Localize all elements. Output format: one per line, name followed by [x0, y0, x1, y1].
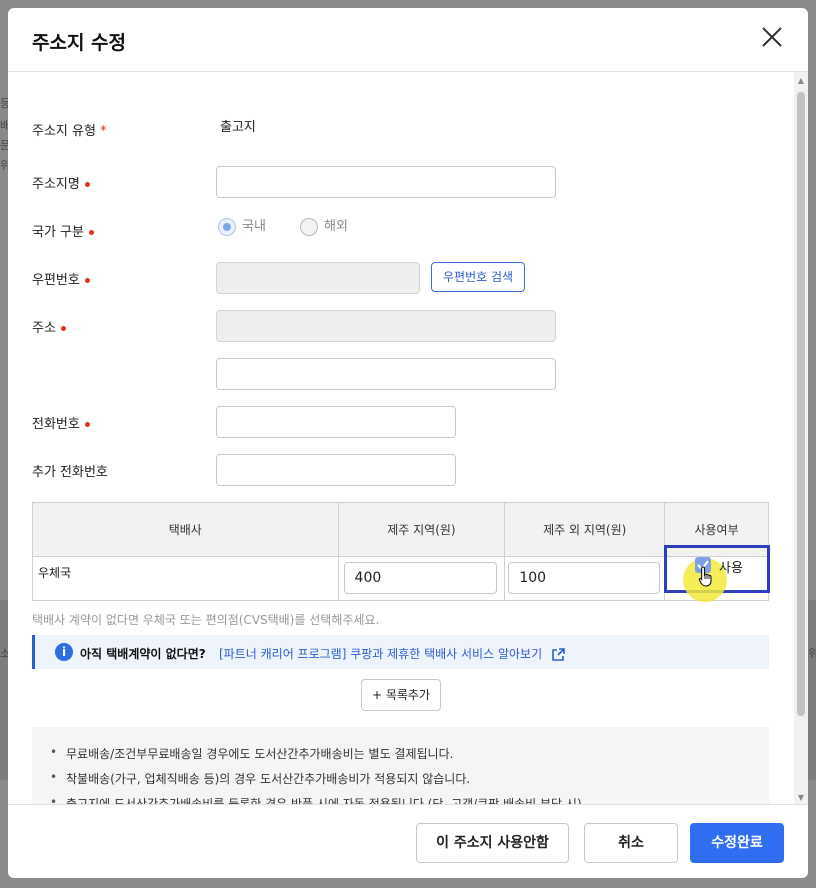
table-row: 우체국 400 100 [32, 556, 769, 601]
address-input [216, 310, 556, 342]
address-type-value: 출고지 [220, 120, 256, 135]
zipcode-search-button[interactable]: 우편번호 검색 [431, 262, 526, 292]
disable-address-button[interactable]: 이 주소지 사용안함 [416, 823, 569, 863]
address-name-label: 주소지명 [32, 173, 90, 192]
info-icon: i [55, 643, 73, 661]
column-header: 제주 외 지역(원) [504, 502, 666, 557]
extra-phone-input[interactable] [216, 454, 456, 486]
use-label: 사용 [719, 561, 743, 576]
carrier-name: 우체국 [38, 566, 72, 580]
scroll-up-icon[interactable]: ▲ [797, 77, 805, 85]
add-row-button[interactable]: + 목록추가 [361, 679, 441, 711]
close-icon[interactable] [760, 25, 784, 49]
scroll-thumb[interactable] [797, 92, 805, 716]
phone-label: 전화번호 [32, 413, 90, 432]
required-dot [88, 230, 94, 235]
radio-overseas[interactable]: 해외 [300, 215, 348, 236]
address-type-label: 주소지 유형 * [32, 124, 107, 139]
carrier-hint: 택배사 계약이 없다면 우체국 또는 편의점(CVS택배)를 선택해주세요. [32, 613, 380, 627]
jeju-fee-input[interactable]: 400 [343, 562, 497, 594]
address-label: 주소 [32, 317, 66, 336]
modal-header: 주소지 수정 [8, 8, 808, 72]
address-detail-input[interactable] [216, 358, 556, 390]
cancel-button[interactable]: 취소 [584, 823, 678, 863]
address-name-input[interactable] [216, 166, 556, 198]
scroll-down-icon[interactable]: ▼ [797, 794, 805, 802]
modal-body: 주소지 유형 * 출고지 주소지명 국가 구분 국내 해외 우편번호 우편번호 검… [8, 72, 794, 804]
modal-footer: 이 주소지 사용안함 취소 수정완료 [8, 804, 808, 878]
extra-phone-label: 추가 전화번호 [32, 465, 108, 480]
notes-box: 무료배송/조건부무료배송일 경우에도 도서산간추가배송비는 별도 결제됩니다. … [32, 727, 769, 804]
required-dot [84, 182, 90, 187]
carrier-cell: 우체국 [32, 556, 339, 601]
vertical-scrollbar[interactable]: ▲ ▼ [794, 72, 808, 804]
confirm-button[interactable]: 수정완료 [690, 823, 784, 863]
column-header: 제주 지역(원) [337, 502, 506, 557]
modal-title: 주소지 수정 [32, 32, 127, 54]
country-label: 국가 구분 [32, 221, 94, 240]
note-item: 착불배송(가구, 업체직배송 등)의 경우 도서산간추가배송비가 적용되지 않습… [50, 770, 769, 787]
background-fragment: 위 [808, 647, 816, 660]
zipcode-label: 우편번호 [32, 269, 90, 288]
note-item: 출고지에 도서산간추가배송비를 등록한 경우 반품 시에 자동 적용됩니다.(단… [50, 795, 769, 804]
table-header-row: 택배사 제주 지역(원) 제주 외 지역(원) 사용여부 [32, 502, 769, 557]
column-header: 택배사 [32, 502, 339, 557]
note-item: 무료배송/조건부무료배송일 경우에도 도서산간추가배송비는 별도 결제됩니다. [50, 745, 769, 762]
required-dot [84, 422, 90, 427]
hand-cursor-icon [698, 566, 714, 592]
non-jeju-fee-input[interactable]: 100 [508, 562, 661, 594]
info-banner: i 아직 택배계약이 없다면? [파트너 캐리어 프로그램] 쿠팡과 제휴한 택… [32, 635, 769, 669]
required-dot [60, 326, 66, 331]
external-link-icon [552, 647, 565, 661]
jeju-fee-cell: 400 [337, 556, 506, 601]
edit-address-modal: 주소지 수정 주소지 유형 * 출고지 주소지명 국가 구분 국내 해외 우편번호… [8, 8, 808, 878]
radio-domestic[interactable]: 국내 [218, 215, 266, 236]
partner-carrier-link[interactable]: [파트너 캐리어 프로그램] 쿠팡과 제휴한 택배사 서비스 알아보기 [219, 645, 566, 663]
zipcode-input [216, 262, 420, 294]
radio-checked-icon [218, 217, 236, 236]
required-dot [84, 278, 90, 283]
phone-input[interactable] [216, 406, 456, 438]
carrier-table: 택배사 제주 지역(원) 제주 외 지역(원) 사용여부 우체국 400 100 [32, 502, 769, 601]
radio-unchecked-icon [300, 217, 318, 236]
non-jeju-fee-cell: 100 [504, 556, 666, 601]
info-question: 아직 택배계약이 없다면? [80, 647, 206, 661]
